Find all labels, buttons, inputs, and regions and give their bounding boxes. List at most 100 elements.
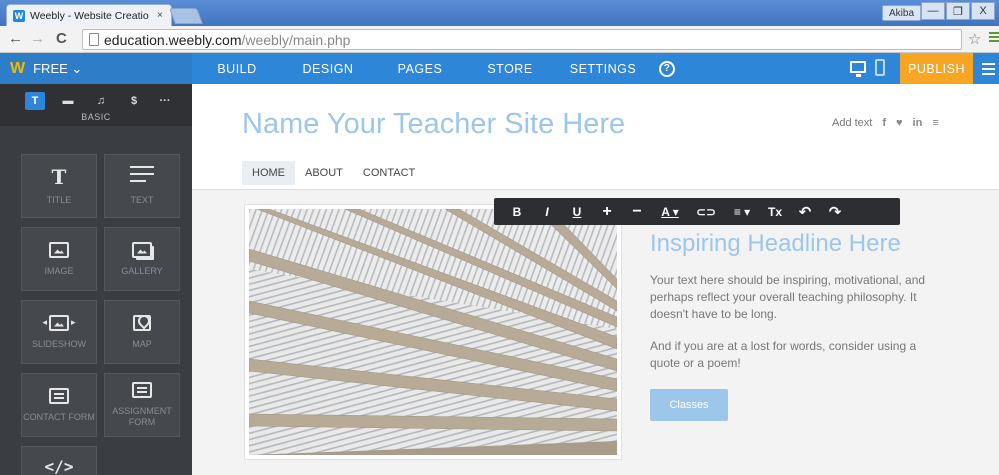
site-nav-home[interactable]: HOME xyxy=(242,161,295,185)
close-tab-icon[interactable]: × xyxy=(157,10,163,21)
site-nav-contact[interactable]: CONTACT xyxy=(353,161,425,185)
element-assignment-form[interactable]: ASSIGNMENT FORM xyxy=(104,373,180,437)
publish-button[interactable]: PUBLISH xyxy=(900,53,973,84)
plan-dropdown[interactable]: W FREE ⌄ xyxy=(0,53,192,84)
element-map[interactable]: MAP xyxy=(104,300,180,364)
classes-button[interactable]: Classes xyxy=(650,389,728,421)
browser-titlebar: W Weebly - Website Creatio × Akiba — ❐ X xyxy=(0,0,999,26)
element-contact-form[interactable]: CONTACT FORM xyxy=(21,373,97,437)
element-label: IMAGE xyxy=(44,265,74,276)
category-label: BASIC xyxy=(81,112,111,122)
back-button[interactable]: ← xyxy=(8,30,23,47)
category-structure-icon[interactable]: ▬ xyxy=(58,92,78,110)
forward-button[interactable]: → xyxy=(30,30,45,47)
bookmark-star-icon[interactable]: ☆ xyxy=(968,30,981,48)
nav-store[interactable]: STORE xyxy=(466,53,554,84)
mobile-view-icon[interactable] xyxy=(875,59,885,76)
plan-label: FREE ⌄ xyxy=(33,60,83,76)
title-icon: T xyxy=(51,164,67,189)
close-window-button[interactable]: X xyxy=(971,2,995,20)
element-image[interactable]: IMAGE xyxy=(21,227,97,291)
redo-icon[interactable]: ↷ xyxy=(820,198,850,225)
nav-pages[interactable]: PAGES xyxy=(374,53,466,84)
element-label: TITLE xyxy=(46,194,72,205)
url-path: /weebly/main.php xyxy=(241,31,351,48)
decrease-size-button[interactable]: − xyxy=(622,198,652,225)
map-icon xyxy=(133,314,151,331)
email-icon[interactable]: ≡ xyxy=(932,117,938,129)
element-gallery[interactable]: GALLERY xyxy=(104,227,180,291)
browser-tab[interactable]: W Weebly - Website Creatio × xyxy=(6,4,172,26)
paragraph-1[interactable]: Your text here should be inspiring, moti… xyxy=(650,272,940,323)
element-label: GALLERY xyxy=(121,265,163,276)
element-embed-code[interactable]: </> xyxy=(21,446,97,475)
category-basic-icon[interactable]: T xyxy=(25,92,45,110)
twitter-icon[interactable]: ♥ xyxy=(896,117,903,129)
address-bar-row: ← → C education.weebly.com/weebly/main.p… xyxy=(0,26,999,53)
minimize-button[interactable]: — xyxy=(921,2,945,20)
page-icon xyxy=(89,33,99,46)
element-categories: T ▬ ♫ $ ··· BASIC xyxy=(0,84,192,126)
hero-text-block: Inspiring Headline Here Your text here s… xyxy=(650,230,940,421)
element-label: ASSIGNMENT FORM xyxy=(112,406,172,427)
text-format-toolbar: B I U + − A ▾ ⊂⊃ ≡ ▾ Tx ↶ ↷ xyxy=(494,198,900,225)
window-controls: — ❐ X xyxy=(921,2,995,20)
text-lines-icon xyxy=(130,166,154,187)
nav-build[interactable]: BUILD xyxy=(192,53,282,84)
undo-icon[interactable]: ↶ xyxy=(790,198,820,225)
desktop-view-icon[interactable] xyxy=(850,61,866,77)
facebook-icon[interactable]: f xyxy=(882,117,886,129)
headline[interactable]: Inspiring Headline Here xyxy=(650,230,940,258)
page-body: Inspiring Headline Here Your text here s… xyxy=(192,189,999,475)
site-header: Name Your Teacher Site Here Add text f ♥… xyxy=(192,84,999,189)
linkedin-icon[interactable]: in xyxy=(913,117,923,129)
category-media-icon[interactable]: ♫ xyxy=(91,92,111,110)
clear-format-button[interactable]: Tx xyxy=(760,198,790,225)
image-icon xyxy=(49,241,69,258)
header-right: Add text f ♥ in ≡ xyxy=(832,117,939,129)
site-title[interactable]: Name Your Teacher Site Here xyxy=(242,108,625,141)
element-label: TEXT xyxy=(130,195,154,205)
increase-size-button[interactable]: + xyxy=(592,198,622,225)
underline-button[interactable]: U xyxy=(562,198,592,225)
weebly-favicon-icon: W xyxy=(13,9,25,22)
element-label: MAP xyxy=(132,338,152,349)
element-label: CONTACT FORM xyxy=(23,411,95,422)
nav-settings[interactable]: SETTINGS xyxy=(554,53,652,84)
site-nav-about[interactable]: ABOUT xyxy=(295,161,353,185)
editor-nav-items: BUILD DESIGN PAGES STORE SETTINGS ? xyxy=(192,53,682,84)
align-dropdown[interactable]: ≡ ▾ xyxy=(724,198,760,225)
help-icon[interactable]: ? xyxy=(659,60,675,77)
slideshow-icon: ◂ ▸ xyxy=(42,314,76,331)
url-field[interactable]: education.weebly.com/weebly/main.php xyxy=(82,29,962,50)
reload-button[interactable]: C xyxy=(56,30,67,47)
editor-menu-icon[interactable] xyxy=(982,63,995,78)
link-icon[interactable]: ⊂⊃ xyxy=(688,198,724,225)
nav-design[interactable]: DESIGN xyxy=(282,53,374,84)
element-title[interactable]: T TITLE xyxy=(21,154,97,218)
code-icon: </> xyxy=(44,457,74,475)
text-color-dropdown[interactable]: A ▾ xyxy=(652,198,688,225)
maximize-button[interactable]: ❐ xyxy=(946,2,970,20)
editor-top-nav: W FREE ⌄ BUILD DESIGN PAGES STORE SETTIN… xyxy=(0,53,999,84)
browser-menu-icon[interactable] xyxy=(989,32,999,44)
profile-chip[interactable]: Akiba xyxy=(881,5,921,21)
paragraph-2[interactable]: And if you are at a lost for words, cons… xyxy=(650,338,940,372)
elements-sidebar: T ▬ ♫ $ ··· BASIC T TITLE TEXT IMAGE GAL… xyxy=(0,84,192,475)
new-tab-button[interactable] xyxy=(169,8,203,24)
header-add-text[interactable]: Add text xyxy=(832,117,872,129)
hero-image[interactable] xyxy=(244,204,622,460)
element-text[interactable]: TEXT xyxy=(104,154,180,218)
element-slideshow[interactable]: ◂ ▸ SLIDESHOW xyxy=(21,300,97,364)
weebly-logo-icon: W xyxy=(10,59,26,77)
form-icon xyxy=(132,382,152,398)
italic-button[interactable]: I xyxy=(532,198,562,225)
category-more-icon[interactable]: ··· xyxy=(155,92,175,110)
category-commerce-icon[interactable]: $ xyxy=(124,92,144,110)
form-icon xyxy=(49,387,69,404)
gallery-icon xyxy=(132,241,152,258)
site-nav: HOME ABOUT CONTACT xyxy=(242,161,425,185)
element-label: SLIDESHOW xyxy=(31,338,86,349)
bold-button[interactable]: B xyxy=(502,198,532,225)
url-host: education.weebly.com xyxy=(104,31,242,48)
